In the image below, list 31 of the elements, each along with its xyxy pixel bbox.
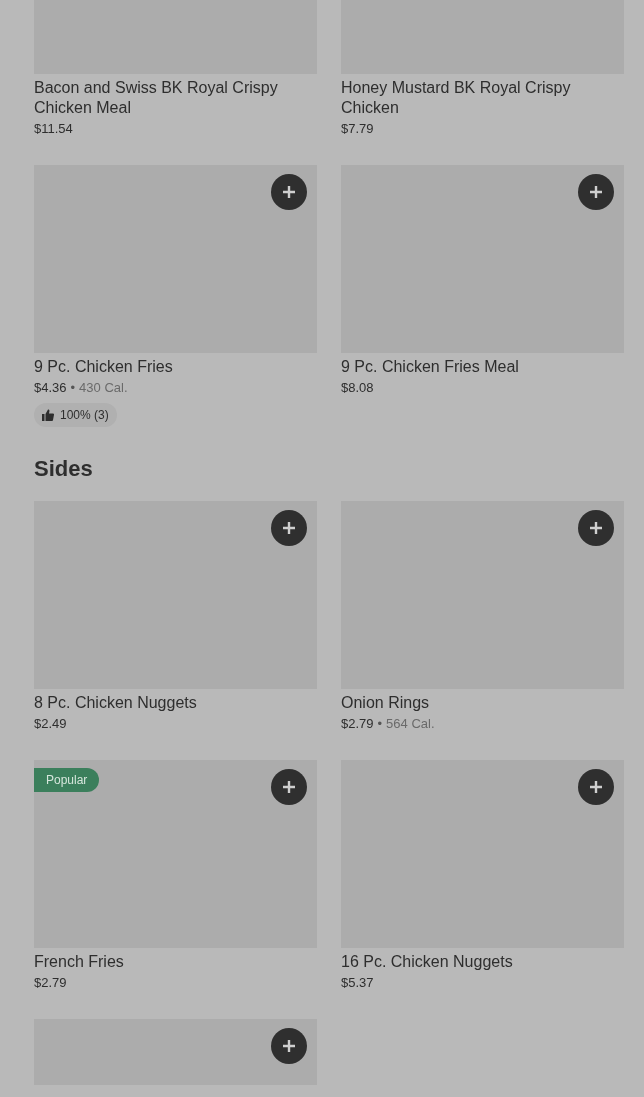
item-name[interactable]: 9 Pc. Chicken Fries Meal	[341, 357, 624, 377]
item-price: $5.37	[341, 975, 374, 991]
separator-dot: •	[70, 380, 76, 396]
plus-icon	[282, 185, 296, 199]
thumbs-up-icon	[42, 409, 54, 421]
item-name[interactable]: 9 Pc. Chicken Fries	[34, 357, 317, 377]
calories: 430 Cal.	[79, 380, 128, 396]
item-price: $7.79	[341, 121, 374, 137]
separator-dot: •	[377, 716, 383, 732]
calories: 564 Cal.	[386, 716, 435, 732]
item-name[interactable]: Honey Mustard BK Royal Crispy Chicken	[341, 78, 624, 118]
plus-icon	[282, 521, 296, 535]
item-price: $2.79	[341, 716, 374, 732]
item-price: $2.49	[34, 716, 67, 732]
item-name[interactable]: French Fries	[34, 952, 317, 972]
item-name[interactable]: 8 Pc. Chicken Nuggets	[34, 693, 317, 713]
section-heading: Sides	[34, 455, 93, 483]
popular-tag: Popular	[34, 768, 100, 792]
plus-icon	[589, 780, 603, 794]
plus-icon	[589, 185, 603, 199]
item-name[interactable]: 16 Pc. Chicken Nuggets	[341, 952, 624, 972]
plus-icon	[282, 780, 296, 794]
plus-icon	[282, 1039, 296, 1053]
rating-text: 100% (3)	[60, 407, 109, 424]
item-price: $4.36	[34, 380, 67, 396]
item-price: $11.54	[34, 121, 73, 137]
item-price: $2.79	[34, 975, 67, 991]
item-name[interactable]: Bacon and Swiss BK Royal Crispy Chicken Meal	[34, 78, 317, 118]
item-price: $8.08	[341, 380, 374, 396]
plus-icon	[589, 521, 603, 535]
item-name[interactable]: Onion Rings	[341, 693, 624, 713]
